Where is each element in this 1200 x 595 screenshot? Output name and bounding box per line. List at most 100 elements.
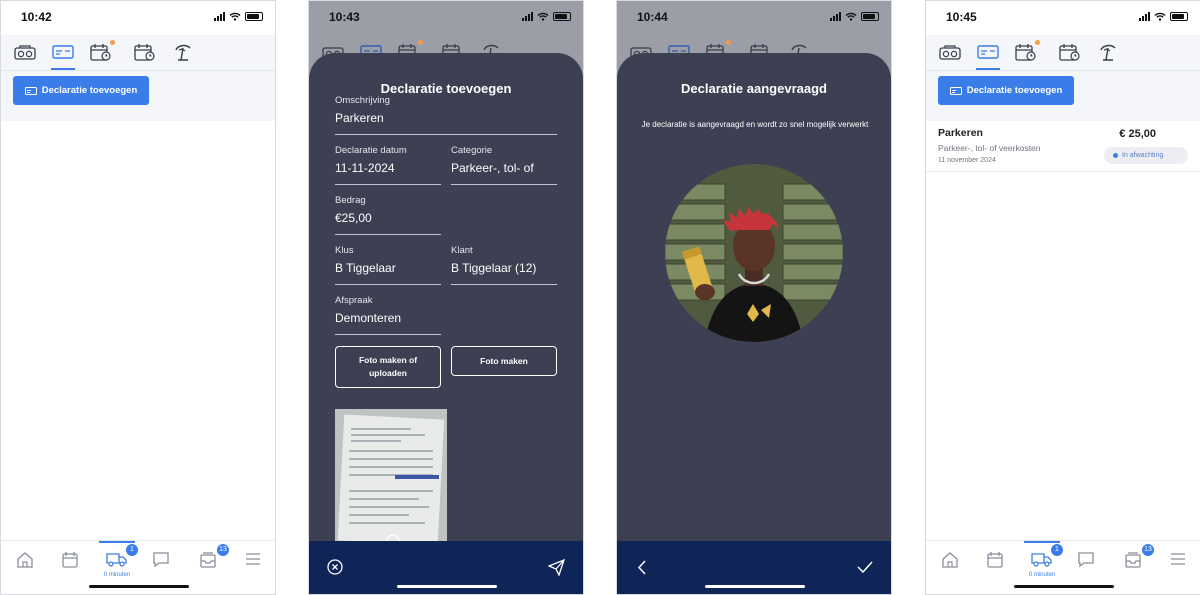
inbox-badge: 13 — [1142, 544, 1154, 556]
back-icon[interactable] — [637, 560, 647, 575]
category-label: Categorie — [451, 145, 493, 156]
appointment-value: Demonteren — [335, 311, 402, 325]
expense-amount: € 25,00 — [1119, 128, 1156, 140]
calendar-time-icon[interactable] — [1058, 41, 1082, 63]
wifi-icon — [1154, 12, 1166, 21]
expense-card-icon[interactable] — [976, 41, 1000, 70]
meter-icon[interactable] — [13, 41, 37, 63]
send-icon[interactable] — [548, 559, 565, 576]
form-footer — [309, 541, 583, 594]
status-badge: In afwachting — [1104, 147, 1188, 164]
signal-icon — [830, 12, 841, 21]
minutes-label: 0 minuten — [103, 572, 131, 578]
amount-value: €25,00 — [335, 211, 372, 225]
date-label: Declaratie datum — [335, 145, 407, 156]
status-time: 10:45 — [946, 10, 977, 24]
van-icon[interactable]: 1 — [1024, 541, 1063, 569]
status-label: In afwachting — [1122, 152, 1164, 159]
status-icons — [522, 12, 571, 21]
appointment-field[interactable]: Afspraak Demonteren — [335, 295, 441, 335]
bottom-nav: 1 0 minuten 13 — [926, 540, 1200, 594]
expense-date: 11 november 2024 — [938, 157, 996, 164]
description-value: Parkeren — [335, 111, 384, 125]
home-indicator — [89, 585, 189, 588]
add-expense-label: Declaratie toevoegen — [966, 85, 1063, 96]
customer-field[interactable]: Klant B Tiggelaar (12) — [451, 245, 557, 285]
calendar-clock-icon[interactable] — [89, 40, 115, 63]
signal-icon — [1139, 12, 1150, 21]
category-field[interactable]: Categorie Parkeer-, tol- of — [451, 145, 557, 185]
notification-dot — [418, 40, 423, 45]
check-icon[interactable] — [857, 561, 873, 573]
amount-label: Bedrag — [335, 195, 366, 206]
confirmation-footer — [617, 541, 891, 594]
amount-field[interactable]: Bedrag €25,00 — [335, 195, 441, 235]
calendar-time-icon[interactable] — [133, 41, 157, 63]
add-expense-button[interactable]: Declaratie toevoegen — [938, 76, 1074, 105]
home-icon[interactable] — [938, 549, 962, 569]
status-time: 10:43 — [329, 10, 360, 24]
calendar-clock-icon[interactable] — [1014, 40, 1040, 63]
screen-expenses-empty: 10:42 Declaratie toevoegen 1 0 minuten 1… — [0, 0, 276, 595]
receipt-photo[interactable] — [335, 409, 447, 543]
van-badge: 1 — [126, 544, 138, 556]
category-value: Parkeer-, tol- of — [451, 161, 534, 175]
top-nav — [1, 35, 275, 71]
status-dot — [1113, 153, 1118, 158]
expense-category: Parkeer-, tol- of veerkosten — [938, 143, 1041, 153]
wifi-icon — [537, 12, 549, 21]
menu-icon[interactable] — [1166, 549, 1190, 569]
notification-dot — [110, 40, 115, 45]
action-bar: Declaratie toevoegen — [1, 71, 275, 121]
inbox-badge: 13 — [217, 544, 229, 556]
expense-card-icon — [949, 86, 962, 95]
home-indicator — [397, 585, 497, 588]
chat-icon[interactable] — [149, 549, 173, 569]
signal-icon — [214, 12, 225, 21]
stage: 10:42 Declaratie toevoegen 1 0 minuten 1… — [0, 0, 1200, 595]
screen-add-expense-form: 10:43 Declaratie toevoegen Omschrijving … — [308, 0, 584, 595]
form-title: Declaratie toevoegen — [380, 81, 512, 96]
expense-form-sheet: Declaratie toevoegen Omschrijving Parker… — [309, 53, 583, 543]
signal-icon — [522, 12, 533, 21]
chat-icon[interactable] — [1074, 549, 1098, 569]
cancel-icon[interactable] — [327, 559, 343, 575]
inbox-icon[interactable]: 13 — [1121, 544, 1154, 569]
calendar-icon[interactable] — [983, 549, 1007, 569]
description-field[interactable]: Omschrijving Parkeren — [335, 95, 557, 135]
status-bar: 10:45 — [926, 1, 1200, 35]
status-icons — [1139, 12, 1188, 21]
home-indicator — [1014, 585, 1114, 588]
battery-icon — [1170, 12, 1188, 21]
celebration-image — [665, 164, 843, 342]
status-icons — [830, 12, 879, 21]
menu-icon[interactable] — [241, 549, 265, 569]
confirmation-sheet: Declaratie aangevraagd Je declaratie is … — [617, 53, 891, 543]
notification-dot — [1035, 40, 1040, 45]
vacation-icon[interactable] — [171, 41, 195, 63]
expense-card-icon[interactable] — [51, 41, 75, 70]
minutes-label: 0 minuten — [1028, 572, 1056, 578]
add-expense-label: Declaratie toevoegen — [41, 85, 138, 96]
customer-value: B Tiggelaar (12) — [451, 261, 537, 275]
van-icon[interactable]: 1 — [99, 541, 138, 569]
calendar-icon[interactable] — [58, 549, 82, 569]
confirmation-message: Je declaratie is aangevraagd en wordt zo… — [641, 120, 869, 129]
inbox-icon[interactable]: 13 — [196, 544, 229, 569]
meter-icon[interactable] — [938, 41, 962, 63]
date-field[interactable]: Declaratie datum 11-11-2024 — [335, 145, 441, 185]
status-bar: 10:43 — [309, 1, 583, 35]
vacation-icon[interactable] — [1096, 41, 1120, 63]
add-expense-button[interactable]: Declaratie toevoegen — [13, 76, 149, 105]
expense-list-item[interactable]: Parkeren Parkeer-, tol- of veerkosten 11… — [926, 121, 1200, 172]
photo-upload-button[interactable]: Foto maken of uploaden — [335, 346, 441, 388]
home-icon[interactable] — [13, 549, 37, 569]
description-label: Omschrijving — [335, 95, 390, 106]
take-photo-button[interactable]: Foto maken — [451, 346, 557, 376]
job-field[interactable]: Klus B Tiggelaar — [335, 245, 441, 285]
screen-expenses-list: 10:45 Declaratie toevoegen Parkeren Park… — [925, 0, 1200, 595]
top-nav — [926, 35, 1200, 71]
wifi-icon — [845, 12, 857, 21]
battery-icon — [245, 12, 263, 21]
appointment-label: Afspraak — [335, 295, 373, 306]
